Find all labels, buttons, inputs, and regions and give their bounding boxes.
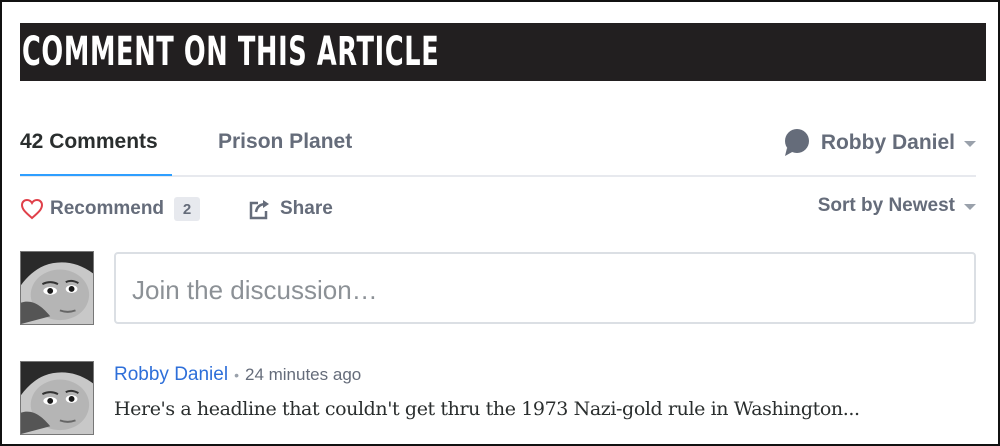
comment-author-link[interactable]: Robby Daniel [114,364,228,386]
comment-meta: Robby Daniel • 24 minutes ago [114,364,361,386]
chevron-down-icon [964,203,976,210]
active-tab-indicator [20,174,172,176]
avatar[interactable] [20,251,94,325]
sort-dropdown[interactable]: Sort by Newest [818,194,976,218]
sort-label: Sort by Newest [817,195,955,216]
heart-icon [20,198,44,220]
avatar[interactable] [20,361,94,435]
share-icon [249,200,269,220]
chevron-down-icon [964,141,976,147]
tab-community[interactable]: Prison Planet [218,130,352,154]
recommend-label: Recommend [50,198,165,219]
recommend-button[interactable]: Recommend 2 [20,194,201,224]
comment-composer[interactable] [114,252,976,324]
user-menu-name: Robby Daniel [820,131,955,154]
user-menu[interactable]: Robby Daniel [782,128,976,158]
action-bar: Recommend 2 Share Sort by Newest [20,194,976,224]
chat-bubble-icon [784,129,809,156]
comment-item: Robby Daniel • 24 minutes ago Here's a h… [114,362,976,436]
avatar-image [21,252,93,324]
discussion-input[interactable] [132,274,952,306]
comment-timestamp[interactable]: 24 minutes ago [245,365,361,385]
comment-tabs: 42 Comments Prison Planet Robby Daniel [20,126,976,177]
recommend-count-badge: 2 [174,197,201,221]
banner-title: COMMENT ON THIS ARTICLE [22,29,440,75]
comment-body: Here's a headline that couldn't get thru… [114,398,860,420]
avatar-image [21,362,93,434]
meta-separator: • [234,367,239,383]
share-button[interactable]: Share [248,194,333,224]
share-label: Share [280,198,333,219]
tab-comments[interactable]: 42 Comments [20,130,158,154]
section-banner: COMMENT ON THIS ARTICLE [20,23,986,81]
